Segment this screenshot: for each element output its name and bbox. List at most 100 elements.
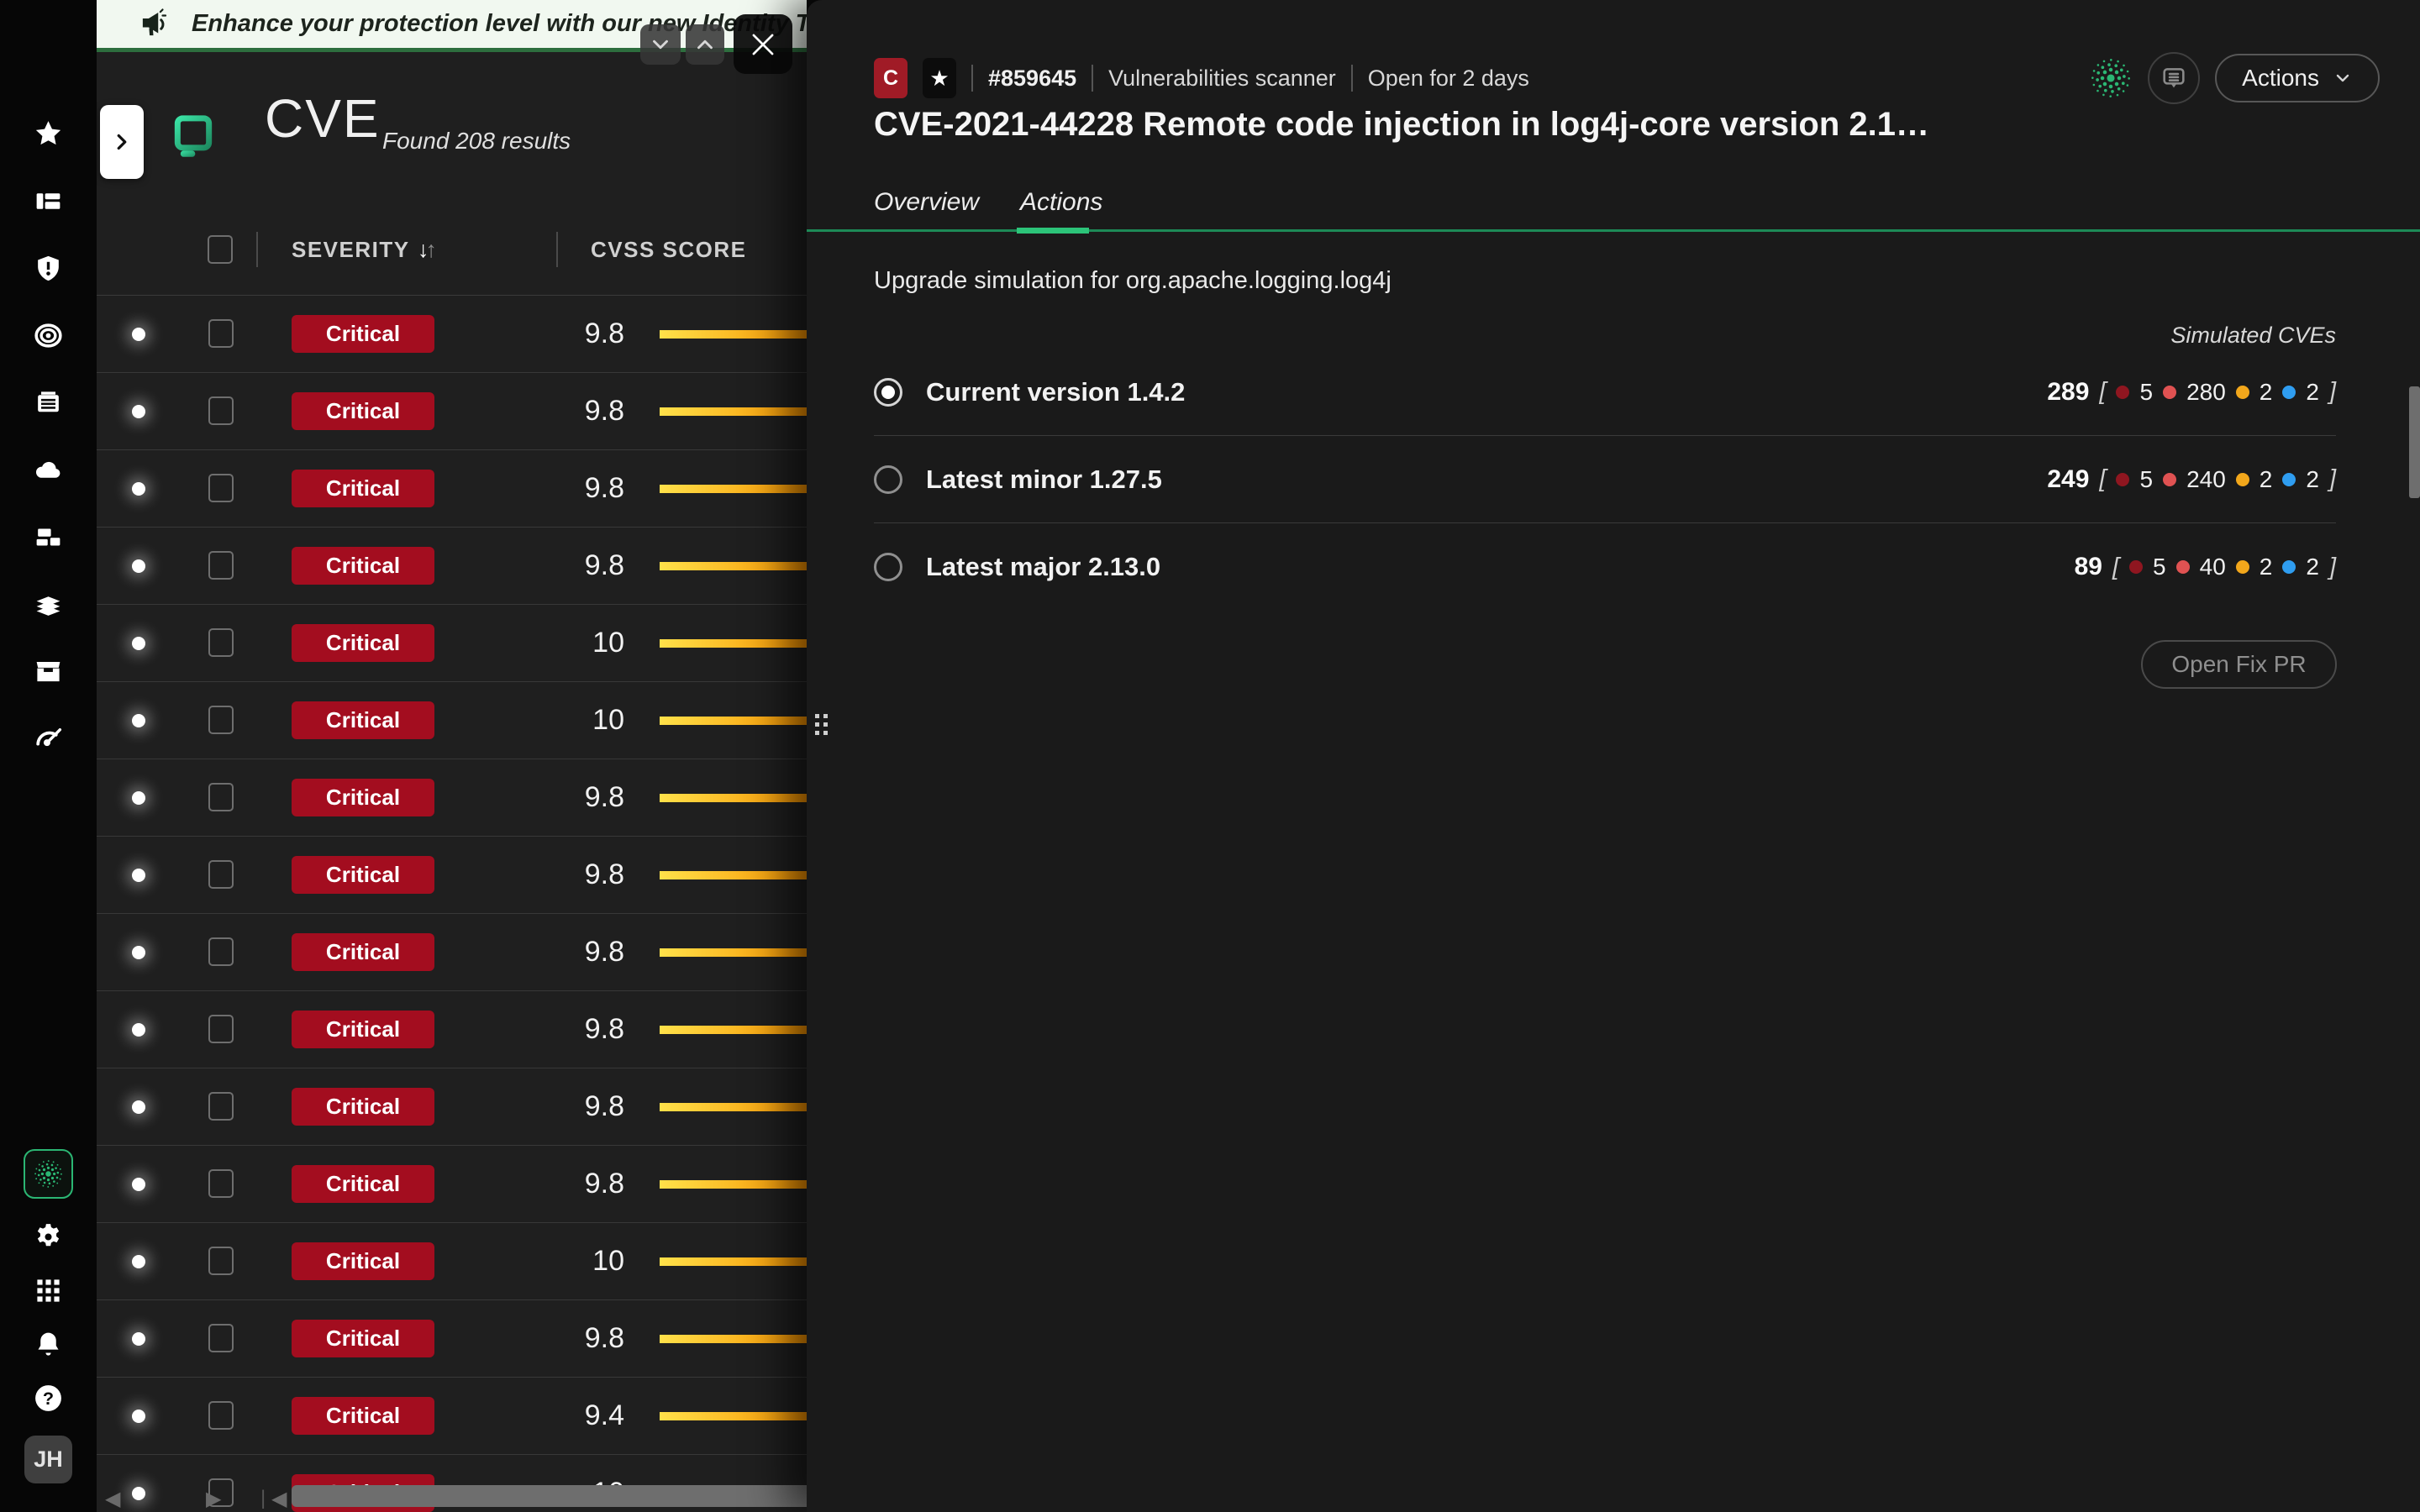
ai-radar-icon[interactable] bbox=[2089, 56, 2133, 100]
cvss-score: 9.8 bbox=[532, 781, 624, 814]
row-checkbox[interactable] bbox=[208, 474, 234, 502]
sidebar-item-dashboard[interactable] bbox=[29, 185, 68, 217]
expand-button[interactable] bbox=[686, 24, 724, 65]
open-fix-pr-button[interactable]: Open Fix PR bbox=[2141, 640, 2337, 689]
table-row[interactable]: Critical9.8 bbox=[97, 1068, 807, 1146]
sidebar-item-favorites[interactable] bbox=[29, 118, 68, 150]
scroll-right-arrow-icon[interactable]: ▶ bbox=[206, 1487, 221, 1511]
unread-indicator bbox=[132, 559, 145, 573]
cvss-score-bar bbox=[660, 794, 807, 802]
table-row[interactable]: Critical9.8 bbox=[97, 373, 807, 450]
gear-icon bbox=[33, 1221, 64, 1252]
select-all-checkbox[interactable] bbox=[208, 235, 233, 264]
radio-unselected[interactable] bbox=[874, 553, 902, 581]
vertical-scroll-thumb[interactable] bbox=[2409, 386, 2420, 498]
sidebar-item-apps[interactable] bbox=[29, 1274, 68, 1306]
row-checkbox[interactable] bbox=[208, 551, 234, 580]
sidebar-item-alerts[interactable] bbox=[29, 252, 68, 284]
unread-indicator bbox=[132, 405, 145, 418]
column-severity[interactable]: SEVERITY bbox=[292, 237, 410, 263]
row-checkbox[interactable] bbox=[208, 783, 234, 811]
option-latest-minor[interactable]: Latest minor 1.27.5 249 [ 5 240 2 2 ] bbox=[874, 436, 2336, 523]
table-row[interactable]: Critical9.8 bbox=[97, 1300, 807, 1378]
table-row[interactable]: Critical9.8 bbox=[97, 837, 807, 914]
cvss-score: 9.8 bbox=[532, 1090, 624, 1123]
row-checkbox[interactable] bbox=[208, 1324, 234, 1352]
tab-actions[interactable]: Actions bbox=[1020, 188, 1102, 217]
table-row[interactable]: Critical 9.8 bbox=[97, 759, 807, 837]
active-tab-indicator bbox=[1017, 228, 1089, 234]
sidebar-item-attack-paths[interactable] bbox=[29, 319, 68, 351]
table-row[interactable]: Critical9.8 bbox=[97, 1146, 807, 1223]
shield-alert-icon bbox=[33, 253, 64, 284]
row-checkbox[interactable] bbox=[208, 1247, 234, 1275]
row-checkbox[interactable] bbox=[208, 860, 234, 889]
option-label: Latest major 2.13.0 bbox=[926, 552, 1160, 582]
comment-button[interactable] bbox=[2148, 52, 2200, 104]
row-checkbox[interactable] bbox=[208, 1401, 234, 1430]
table-row[interactable]: Critical9.8 bbox=[97, 914, 807, 991]
severity-badge: Critical bbox=[292, 470, 434, 507]
table-row[interactable]: Critical10 bbox=[97, 682, 807, 759]
row-checkbox[interactable] bbox=[208, 319, 234, 348]
column-cvss-score[interactable]: CVSS SCORE bbox=[591, 237, 747, 263]
collapse-button[interactable] bbox=[640, 24, 681, 65]
close-button[interactable] bbox=[734, 14, 792, 74]
sidebar-item-cloud-accounts[interactable] bbox=[29, 454, 68, 486]
sidebar-item-ai-assistant[interactable] bbox=[24, 1149, 73, 1199]
radio-unselected[interactable] bbox=[874, 465, 902, 494]
sidebar-nav-bottom: ? JH bbox=[0, 1149, 97, 1483]
row-checkbox[interactable] bbox=[208, 628, 234, 657]
unread-indicator bbox=[132, 1178, 145, 1191]
blocks-icon bbox=[33, 522, 64, 553]
row-checkbox[interactable] bbox=[208, 1092, 234, 1121]
radio-selected[interactable] bbox=[874, 378, 902, 407]
star-badge[interactable]: ★ bbox=[923, 58, 956, 98]
sidebar-item-assets[interactable] bbox=[29, 521, 68, 553]
option-current-version[interactable]: Current version 1.4.2 289 [ 5 280 2 2 ] bbox=[874, 349, 2336, 436]
cvss-score-bar bbox=[660, 1103, 807, 1111]
sidebar-item-inventory[interactable] bbox=[29, 386, 68, 418]
medium-dot bbox=[2236, 473, 2249, 486]
sidebar-item-layers[interactable] bbox=[29, 588, 68, 620]
tab-overview[interactable]: Overview bbox=[874, 188, 979, 217]
table-row[interactable]: Critical9.8 bbox=[97, 528, 807, 605]
sidebar-item-notifications[interactable] bbox=[29, 1328, 68, 1360]
row-checkbox[interactable] bbox=[208, 937, 234, 966]
option-latest-major[interactable]: Latest major 2.13.0 89 [ 5 40 2 2 ] bbox=[874, 523, 2336, 611]
user-avatar[interactable]: JH bbox=[24, 1436, 72, 1483]
table-row[interactable]: Critical10 bbox=[97, 1223, 807, 1300]
sort-toggle[interactable]: ↓↑ bbox=[418, 237, 434, 263]
sidebar-item-sonar[interactable] bbox=[29, 722, 68, 754]
cvss-score-bar bbox=[660, 1026, 807, 1034]
sidebar-item-settings[interactable] bbox=[29, 1221, 68, 1252]
row-checkbox[interactable] bbox=[208, 1169, 234, 1198]
row-checkbox[interactable] bbox=[208, 396, 234, 425]
scroll-left-arrow-icon[interactable]: ◀ bbox=[105, 1487, 120, 1511]
simulated-cves-label: Simulated CVEs bbox=[2170, 323, 2336, 349]
table-row[interactable]: Critical9.8 bbox=[97, 991, 807, 1068]
table-row[interactable]: Critical9.8 bbox=[97, 450, 807, 528]
table-row[interactable]: Critical9.4 bbox=[97, 1378, 807, 1455]
row-checkbox[interactable] bbox=[208, 706, 234, 734]
drawer-drag-handle[interactable] bbox=[815, 714, 828, 735]
severity-badge: Critical bbox=[292, 779, 434, 816]
cvss-score: 9.8 bbox=[532, 549, 624, 582]
actions-button[interactable]: Actions bbox=[2215, 54, 2380, 102]
horizontal-scroll-thumb[interactable] bbox=[292, 1485, 807, 1507]
table-row[interactable]: Critical10 bbox=[97, 605, 807, 682]
horizontal-scrollbar[interactable]: ◀ ▶ | ◀ bbox=[97, 1485, 807, 1508]
unread-indicator bbox=[132, 482, 145, 496]
cvss-score: 9.8 bbox=[532, 936, 624, 969]
unread-indicator bbox=[132, 637, 145, 650]
high-dot bbox=[2176, 560, 2190, 574]
scroll-left-arrow-icon[interactable]: ◀ bbox=[271, 1487, 287, 1511]
row-checkbox[interactable] bbox=[208, 1015, 234, 1043]
cvss-score-bar bbox=[660, 485, 807, 493]
high-dot bbox=[2163, 473, 2176, 486]
chevron-up-icon bbox=[692, 32, 718, 57]
cvss-score-bar bbox=[660, 1335, 807, 1343]
sidebar-item-help[interactable]: ? bbox=[29, 1382, 68, 1414]
sidebar-item-marketplace[interactable] bbox=[29, 655, 68, 687]
table-row[interactable]: Critical9.8 bbox=[97, 296, 807, 373]
